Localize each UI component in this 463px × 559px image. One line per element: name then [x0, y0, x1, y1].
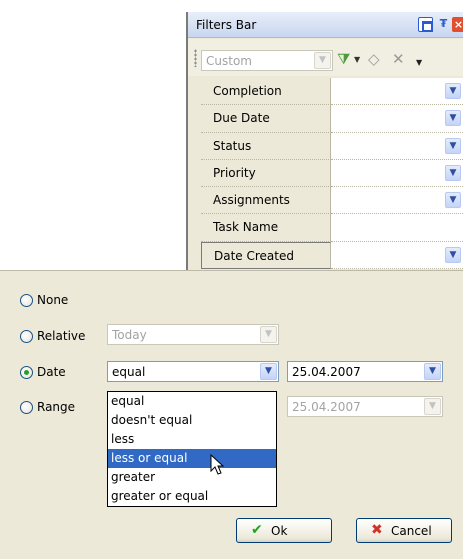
chevron-down-icon[interactable]: ▼	[445, 110, 461, 127]
chevron-down-icon[interactable]: ▼	[424, 398, 441, 415]
radio-label: None	[37, 293, 69, 307]
date-filter-dialog: None Relative Today ▼ Date equal ▼ 25.04…	[0, 270, 463, 559]
preset-combo[interactable]: Custom ▼	[201, 50, 333, 71]
filter-row-value[interactable]: ▼	[331, 105, 463, 133]
restore-icon[interactable]	[418, 17, 433, 32]
mouse-cursor-icon	[210, 454, 225, 475]
filters-bar-title: Filters Bar	[196, 18, 257, 32]
filter-row-priority: Priority ▼	[188, 159, 463, 188]
radio-label: Relative	[37, 329, 86, 343]
row-gutter	[188, 241, 201, 270]
filters-bar-title-bar: Filters Bar ₮ ×	[188, 12, 463, 38]
filter-row-value[interactable]: ▼	[331, 78, 463, 106]
range-date-picker[interactable]: 25.04.2007 ▼	[287, 396, 443, 417]
date-operator-combo[interactable]: equal ▼	[107, 361, 279, 382]
pin-icon[interactable]: ₮	[436, 17, 451, 32]
radio-label: Range	[37, 400, 76, 414]
chevron-down-icon[interactable]: ▼	[260, 363, 277, 380]
row-gutter	[188, 214, 201, 242]
radio-button[interactable]	[20, 294, 33, 307]
chevron-down-icon[interactable]: ▼	[445, 164, 461, 181]
list-item[interactable]: equal	[108, 392, 276, 411]
list-item[interactable]: less or equal	[108, 449, 276, 468]
filter-row-value[interactable]: ▼	[331, 187, 463, 215]
filter-fields-grid: Completion ▼ Due Date ▼ Status ▼ Priorit…	[188, 78, 463, 270]
chevron-down-icon[interactable]: ▼	[445, 83, 461, 99]
filter-row-due-date: Due Date ▼	[188, 105, 463, 133]
filters-bar-toolbar: Custom ▼ ⧩ ▼ ◇ ✕ ▼	[188, 39, 463, 76]
date-operator-value: equal	[112, 365, 146, 379]
list-item[interactable]: greater or equal	[108, 487, 276, 506]
checkmark-icon: ✔	[251, 522, 263, 538]
date-value: 25.04.2007	[292, 365, 361, 379]
filter-row-status: Status ▼	[188, 132, 463, 160]
filter-row-label: Status	[201, 132, 331, 160]
filter-row-label: Priority	[201, 159, 331, 188]
filter-dropdown-icon[interactable]: ▼	[354, 52, 360, 68]
range-date-value: 25.04.2007	[292, 400, 361, 414]
ok-button-label: Ok	[271, 524, 288, 538]
cancel-button[interactable]: ✖ Cancel	[356, 518, 452, 543]
filter-row-label: Date Created	[201, 241, 331, 270]
chevron-down-icon[interactable]: ▼	[445, 246, 461, 263]
toolbar-grip[interactable]	[194, 49, 197, 67]
filter-icon[interactable]: ⧩	[337, 51, 350, 67]
clear-icon[interactable]: ✕	[392, 51, 405, 67]
row-gutter	[188, 187, 201, 215]
filter-row-task-name: Task Name	[188, 214, 463, 242]
filters-bar-panel: Filters Bar ₮ × Custom ▼ ⧩ ▼ ◇ ✕ ▼ Compl…	[186, 12, 463, 272]
filter-row-date-created: Date Created ▼	[188, 241, 463, 270]
list-item[interactable]: doesn't equal	[108, 411, 276, 430]
row-gutter	[188, 105, 201, 133]
date-value-picker[interactable]: 25.04.2007 ▼	[287, 361, 443, 382]
filter-row-completion: Completion ▼	[188, 78, 463, 106]
row-gutter	[188, 159, 201, 188]
chevron-down-icon[interactable]: ▼	[445, 192, 461, 209]
close-icon[interactable]: ×	[452, 17, 463, 32]
filter-row-assignments: Assignments ▼	[188, 187, 463, 215]
relative-combo[interactable]: Today ▼	[107, 324, 279, 345]
filter-row-value[interactable]: ▼	[331, 241, 463, 270]
operator-dropdown-list: equal doesn't equal less less or equal g…	[107, 391, 277, 507]
toolbar-overflow-icon[interactable]: ▼	[416, 55, 422, 71]
list-item[interactable]: less	[108, 430, 276, 449]
filter-row-label: Task Name	[201, 214, 331, 242]
radio-button[interactable]	[20, 366, 33, 379]
chevron-down-icon[interactable]: ▼	[445, 137, 461, 154]
filter-row-label: Assignments	[201, 187, 331, 215]
list-item[interactable]: greater	[108, 468, 276, 487]
chevron-down-icon[interactable]: ▼	[260, 326, 277, 343]
filter-row-value[interactable]: ▼	[331, 132, 463, 160]
chevron-down-icon[interactable]: ▼	[314, 52, 331, 69]
preset-combo-value: Custom	[206, 54, 252, 68]
radio-button[interactable]	[20, 401, 33, 414]
row-gutter	[188, 132, 201, 160]
cancel-button-label: Cancel	[391, 524, 432, 538]
chevron-down-icon[interactable]: ▼	[424, 363, 441, 380]
filter-row-value[interactable]: ▼	[331, 159, 463, 188]
radio-label: Date	[37, 365, 66, 379]
x-icon: ✖	[371, 522, 383, 538]
eraser-icon[interactable]: ◇	[368, 51, 380, 67]
filter-row-value[interactable]	[331, 214, 463, 242]
ok-button[interactable]: ✔ Ok	[236, 518, 332, 543]
row-gutter	[188, 78, 201, 106]
filter-row-label: Due Date	[201, 105, 331, 133]
filter-row-label: Completion	[201, 78, 331, 106]
radio-button[interactable]	[20, 330, 33, 343]
relative-combo-value: Today	[112, 328, 147, 342]
